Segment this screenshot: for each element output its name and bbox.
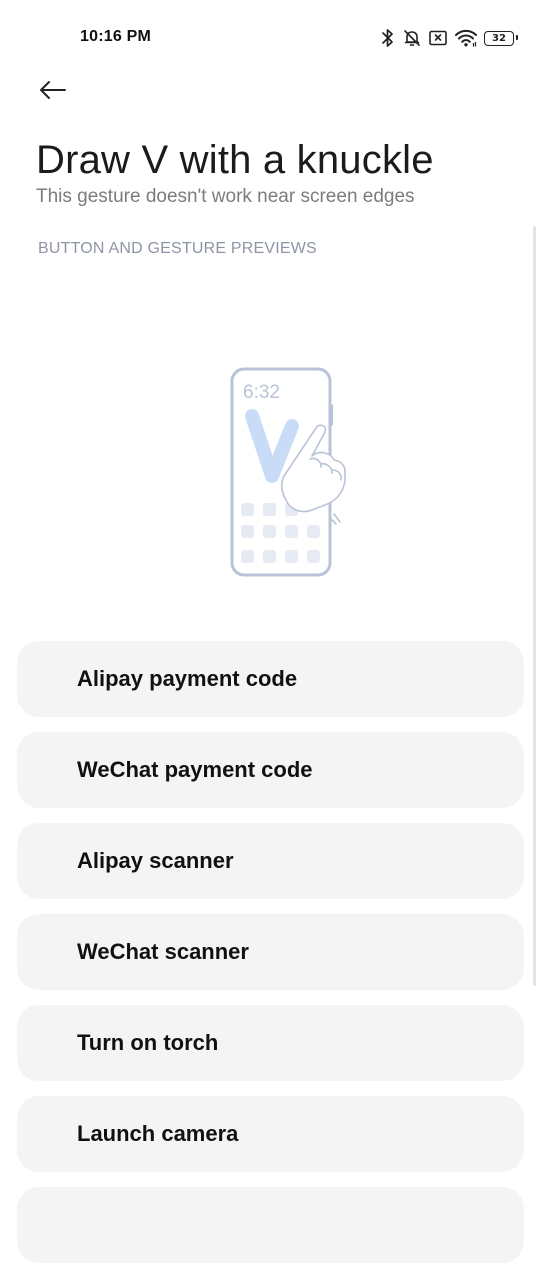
page-title: Draw V with a knuckle — [36, 138, 434, 182]
back-button[interactable] — [30, 70, 76, 110]
option-launch-camera[interactable]: Launch camera — [17, 1096, 524, 1172]
arrow-left-icon — [40, 81, 66, 99]
option-alipay-scanner[interactable]: Alipay scanner — [17, 823, 524, 899]
battery-icon: 32 — [484, 30, 518, 46]
status-icons: 32 — [380, 26, 518, 50]
phone-illustration: 6:32 — [230, 367, 346, 577]
option-label: WeChat scanner — [77, 939, 249, 964]
shortcut-option-list: Alipay payment code WeChat payment code … — [17, 641, 524, 1278]
option-label: Alipay payment code — [77, 666, 298, 691]
option-label: Turn on torch — [77, 1030, 219, 1055]
scrollbar[interactable] — [533, 226, 536, 986]
bell-muted-icon — [402, 28, 422, 48]
option-turn-on-torch[interactable]: Turn on torch — [17, 1005, 524, 1081]
status-time: 10:16 PM — [80, 28, 151, 45]
option-next-partial[interactable] — [17, 1187, 524, 1263]
option-wechat-scanner[interactable]: WeChat scanner — [17, 914, 524, 990]
section-header: BUTTON AND GESTURE PREVIEWS — [38, 240, 317, 257]
option-wechat-payment-code[interactable]: WeChat payment code — [17, 732, 524, 808]
wifi-icon — [454, 28, 478, 48]
sim-off-icon — [428, 29, 448, 47]
preview-clock: 6:32 — [243, 382, 280, 403]
option-label: Launch camera — [77, 1121, 239, 1146]
gesture-preview: 6:32 — [222, 364, 352, 584]
status-bar: 10:16 PM 32 — [0, 0, 540, 76]
page-subtitle: This gesture doesn't work near screen ed… — [36, 186, 415, 207]
option-label: Alipay scanner — [77, 848, 234, 873]
option-label: WeChat payment code — [77, 757, 313, 782]
option-alipay-payment-code[interactable]: Alipay payment code — [17, 641, 524, 717]
bluetooth-icon — [380, 28, 396, 48]
